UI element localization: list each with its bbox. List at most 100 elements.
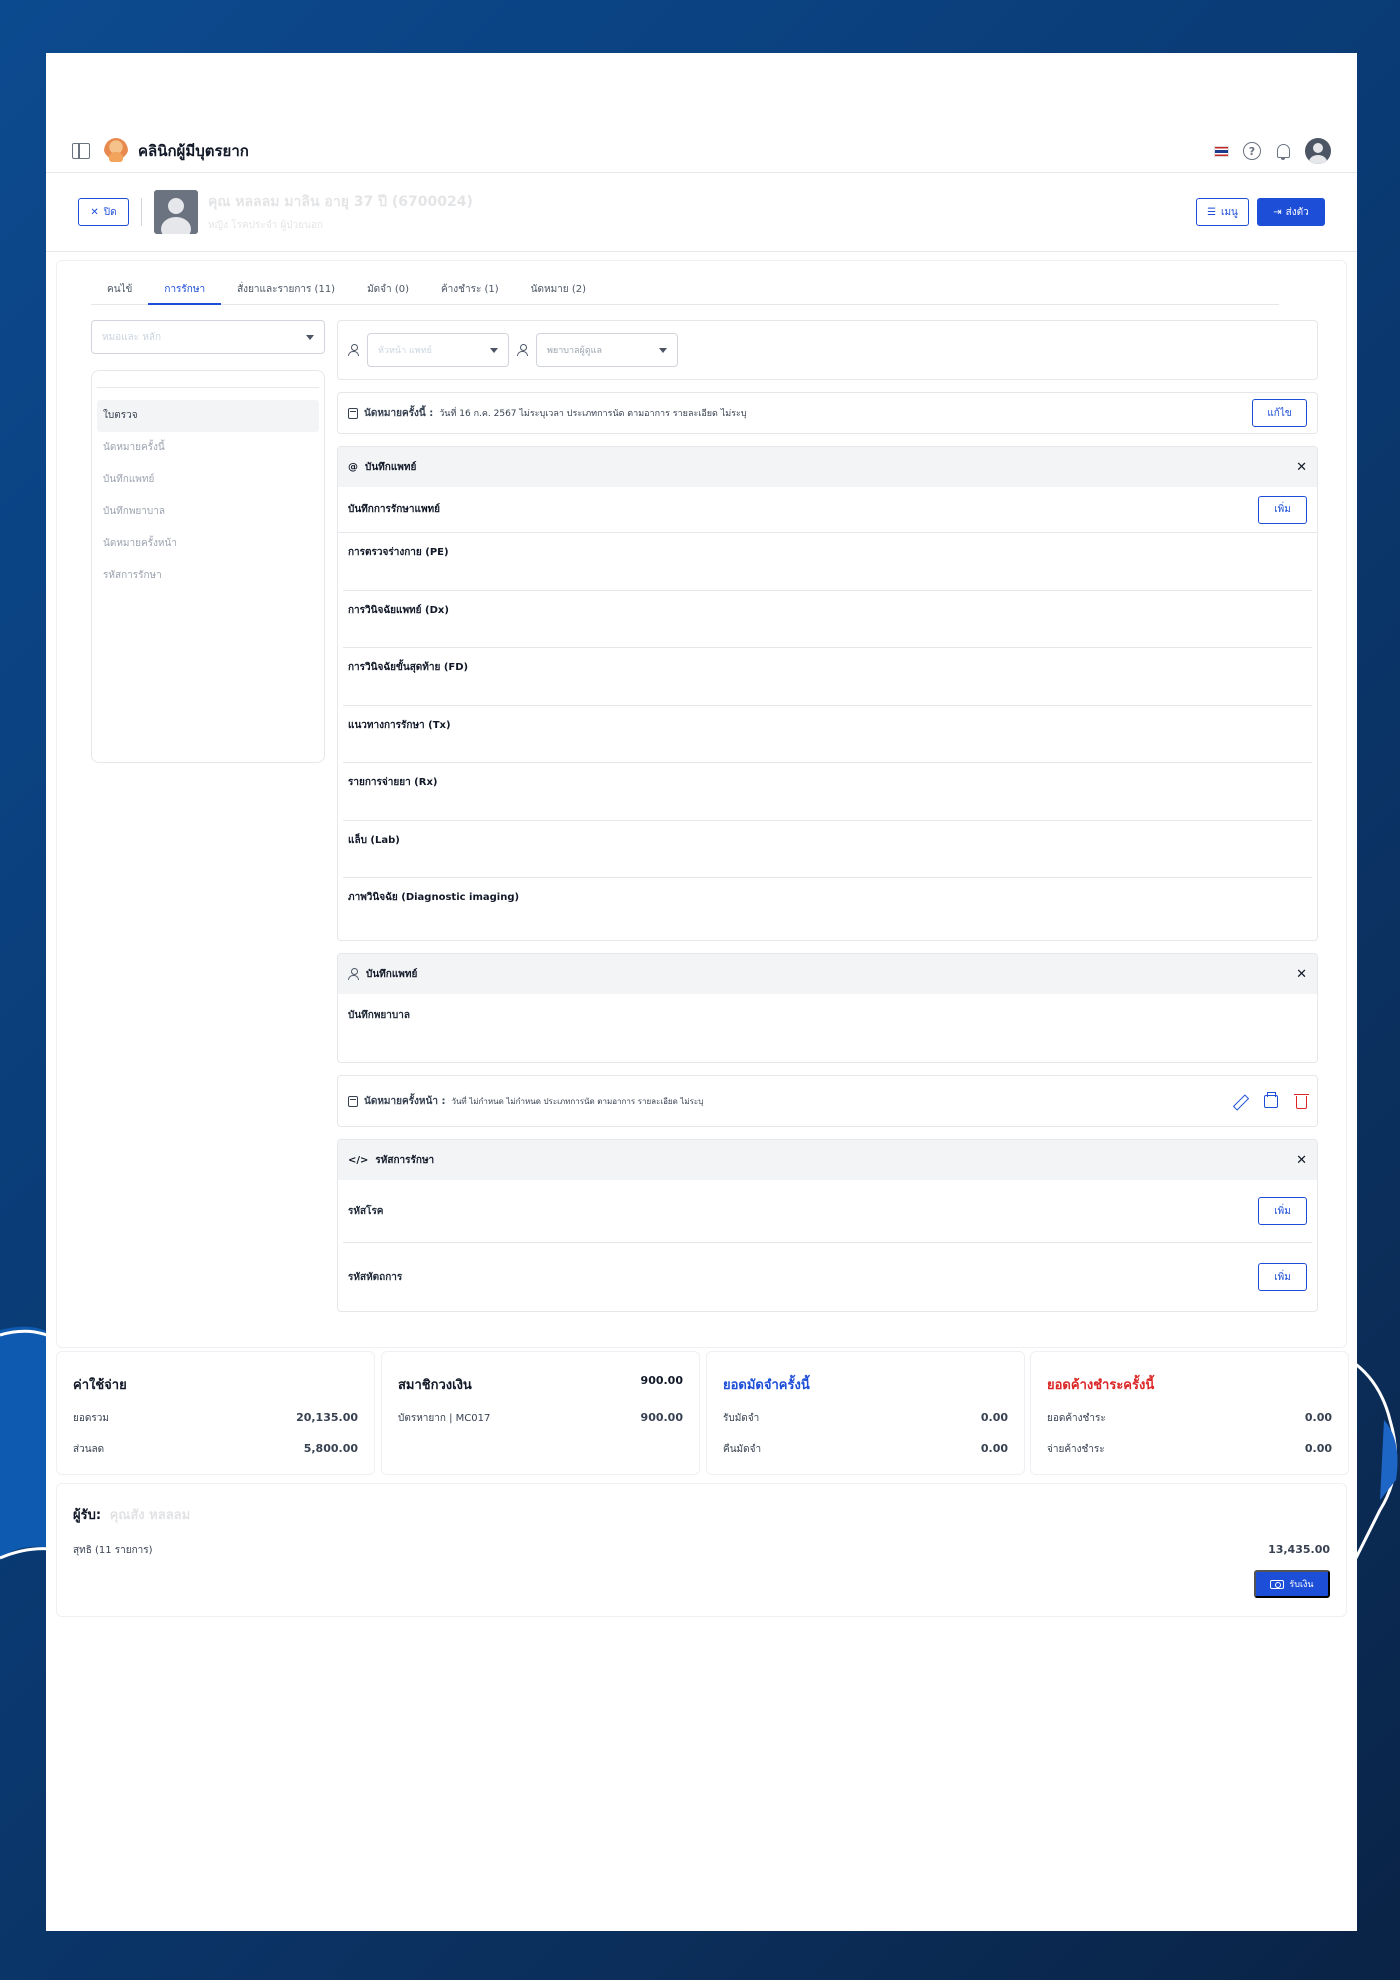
- doctor-select[interactable]: หัวหน้า แพทย์: [367, 333, 509, 367]
- sidebar-toggle-icon[interactable]: [72, 143, 90, 159]
- receive-payment-label: รับเงิน: [1289, 1579, 1314, 1589]
- close-icon: ✕: [90, 206, 99, 218]
- field-imaging[interactable]: ภาพวินิจฉัย (Diagnostic imaging): [343, 878, 1312, 940]
- field-rx[interactable]: รายการจ่ายยา (Rx): [343, 763, 1312, 821]
- current-appointment-bar: นัดหมายครั้งนี้ : วันที่ 16 ก.ค. 2567 ไม…: [337, 392, 1318, 434]
- deposit-refund-value: 0.00: [980, 1442, 1008, 1455]
- tab-deposit[interactable]: มัดจำ (0): [351, 279, 425, 305]
- deposit-row: รับมัดจำ 0.00: [723, 1411, 1008, 1426]
- user-avatar[interactable]: [1305, 138, 1331, 164]
- chevron-down-icon: [659, 347, 667, 353]
- help-icon[interactable]: ?: [1243, 142, 1261, 160]
- menu-label: เมนู: [1221, 206, 1238, 218]
- treatment-card: คนไข้ การรักษา สั่งยาและรายการ (11) มัดจ…: [56, 260, 1347, 1348]
- code-icon: </>: [348, 1154, 369, 1166]
- deposit-receive-value: 0.00: [980, 1411, 1008, 1424]
- pencil-icon[interactable]: [1233, 1095, 1246, 1108]
- doctor-note-header: @ บันทึกแพทย์ ✕: [338, 447, 1317, 487]
- next-appointment-bar: นัดหมายครั้งหน้า : วันที่ ไม่กำหนด ไม่กำ…: [337, 1075, 1318, 1127]
- receiver-label: ผู้รับ:: [73, 1508, 102, 1523]
- nurse-note-field[interactable]: บันทึกพยาบาล: [338, 994, 1317, 1062]
- nurse-select-value: พยาบาลผู้ดูแล: [547, 346, 602, 356]
- membership-row: บัตรหายาก | MC017 900.00: [398, 1411, 683, 1426]
- doctor-note-title: บันทึกแพทย์: [365, 461, 417, 473]
- patient-subinfo: หญิง โรคประจำ ผู้ป่วยนอก: [208, 220, 323, 231]
- field-fd[interactable]: การวินิจฉัยขั้นสุดท้าย (FD): [343, 648, 1312, 706]
- patient-info: คุณ หลลลม มาลิน อายุ 37 ปี (6700024) หญิ…: [208, 191, 473, 233]
- field-lab[interactable]: แล็บ (Lab): [343, 821, 1312, 878]
- receive-payment-button[interactable]: รับเงิน: [1254, 1570, 1330, 1598]
- close-icon[interactable]: ✕: [1296, 1153, 1307, 1168]
- patient-bar: ✕ ปิด คุณ หลลลม มาลิน อายุ 37 ปี (670002…: [46, 172, 1357, 252]
- bell-icon[interactable]: [1275, 143, 1291, 160]
- field-tx[interactable]: แนวทางการรักษา (Tx): [343, 706, 1312, 763]
- menu-button[interactable]: ☰ เมนู: [1196, 198, 1249, 226]
- send-button[interactable]: ⇥ ส่งตัว: [1257, 198, 1325, 226]
- visit-select[interactable]: หมอและ หลัก: [91, 320, 325, 354]
- expenses-total-value: 20,135.00: [296, 1411, 358, 1424]
- tab-bar: คนไข้ การรักษา สั่งยาและรายการ (11) มัดจ…: [91, 279, 1279, 305]
- clinic-logo-icon: [104, 138, 128, 164]
- app-title: คลินิกผู้มีบุตรยาก: [138, 142, 249, 160]
- receiver-title: ผู้รับ: คุณสัง หลลลม: [73, 1504, 1330, 1525]
- nav-item-current-appointment[interactable]: นัดหมายครั้งนี้: [97, 432, 319, 464]
- outstanding-paid-value: 0.00: [1304, 1442, 1332, 1455]
- expenses-row: ยอดรวม 20,135.00: [73, 1411, 358, 1426]
- trash-icon[interactable]: [1294, 1093, 1309, 1109]
- nav-item-treatment-code[interactable]: รหัสการรักษา: [97, 560, 319, 592]
- deposit-row: คืนมัดจำ 0.00: [723, 1442, 1008, 1457]
- section-nav-divider: [97, 387, 319, 388]
- procedure-code-label: รหัสหัตถการ: [348, 1271, 403, 1283]
- close-icon[interactable]: ✕: [1296, 967, 1307, 982]
- doctor-treatment-title: บันทึกการรักษาแพทย์: [348, 504, 440, 515]
- deposit-refund-label: คืนมัดจำ: [723, 1444, 762, 1455]
- nav-item-next-appointment[interactable]: นัดหมายครั้งหน้า: [97, 528, 319, 560]
- edit-appointment-button[interactable]: แก้ไข: [1252, 399, 1307, 427]
- thai-flag-icon[interactable]: [1214, 145, 1229, 157]
- expenses-row: ส่วนลด 5,800.00: [73, 1442, 358, 1457]
- add-procedure-code-button[interactable]: เพิ่ม: [1258, 1263, 1307, 1291]
- membership-title: สมาชิกวงเงิน: [398, 1378, 472, 1393]
- field-dx[interactable]: การวินิจฉัยแพทย์ (Dx): [343, 591, 1312, 648]
- nurse-section-title: บันทึกแพทย์: [366, 968, 418, 980]
- receiver-name: คุณสัง หลลลม: [109, 1508, 191, 1523]
- right-column: หัวหน้า แพทย์ พยาบาลผู้ดูแล นัดหมายครั้ง…: [337, 320, 1318, 1312]
- tab-treatment[interactable]: การรักษา: [148, 279, 222, 305]
- net-value: 13,435.00: [1268, 1543, 1330, 1556]
- nurse-select[interactable]: พยาบาลผู้ดูแล: [536, 333, 678, 367]
- treatment-code-title: รหัสการรักษา: [375, 1154, 435, 1166]
- net-row: สุทธิ (11 รายการ) 13,435.00: [73, 1543, 1330, 1558]
- left-column: หมอและ หลัก ใบตรวจ นัดหมายครั้งนี้ บันทึ…: [91, 320, 325, 763]
- tab-outstanding[interactable]: ค้างชำระ (1): [425, 279, 515, 305]
- background-wave-right: [1350, 1358, 1398, 1571]
- visit-select-value: หมอและ หลัก: [102, 331, 162, 343]
- cash-icon: [1270, 1579, 1285, 1589]
- printer-icon[interactable]: [1264, 1091, 1278, 1108]
- tab-appointments[interactable]: นัดหมาย (2): [515, 279, 602, 305]
- nav-item-exam[interactable]: ใบตรวจ: [97, 400, 319, 432]
- add-disease-code-button[interactable]: เพิ่ม: [1258, 1197, 1307, 1225]
- nav-item-doctor-note[interactable]: บันทึกแพทย์: [97, 464, 319, 496]
- current-appointment-label: นัดหมายครั้งนี้ :: [364, 407, 434, 419]
- close-label: ปิด: [103, 206, 117, 218]
- membership-card-label: บัตรหายาก | MC017: [398, 1413, 491, 1424]
- field-pe[interactable]: การตรวจร่างกาย (PE): [343, 533, 1312, 591]
- outstanding-balance-value: 0.00: [1304, 1411, 1332, 1424]
- membership-card: สมาชิกวงเงิน 900.00 บัตรหายาก | MC017 90…: [381, 1351, 700, 1475]
- discount-label: ส่วนลด: [73, 1444, 105, 1455]
- expenses-card: ค่าใช้จ่าย ยอดรวม 20,135.00 ส่วนลด 5,800…: [56, 1351, 375, 1475]
- next-appointment-actions: [1233, 1091, 1309, 1109]
- add-doctor-note-button[interactable]: เพิ่ม: [1258, 495, 1307, 524]
- expenses-title: ค่าใช้จ่าย: [73, 1378, 127, 1393]
- membership-header: สมาชิกวงเงิน 900.00: [398, 1374, 683, 1395]
- net-label: สุทธิ (11 รายการ): [73, 1545, 153, 1556]
- close-button[interactable]: ✕ ปิด: [78, 198, 129, 226]
- outstanding-row: จ่ายค้างชำระ 0.00: [1047, 1442, 1332, 1457]
- nav-item-nurse-note[interactable]: บันทึกพยาบาล: [97, 496, 319, 528]
- close-icon[interactable]: ✕: [1296, 460, 1307, 475]
- outstanding-title: ยอดค้างชำระครั้งนี้: [1047, 1378, 1155, 1393]
- tab-patient[interactable]: คนไข้: [91, 279, 148, 305]
- tab-orders[interactable]: สั่งยาและรายการ (11): [221, 279, 351, 305]
- chevron-down-icon: [490, 347, 498, 353]
- chevron-down-icon: [306, 334, 314, 340]
